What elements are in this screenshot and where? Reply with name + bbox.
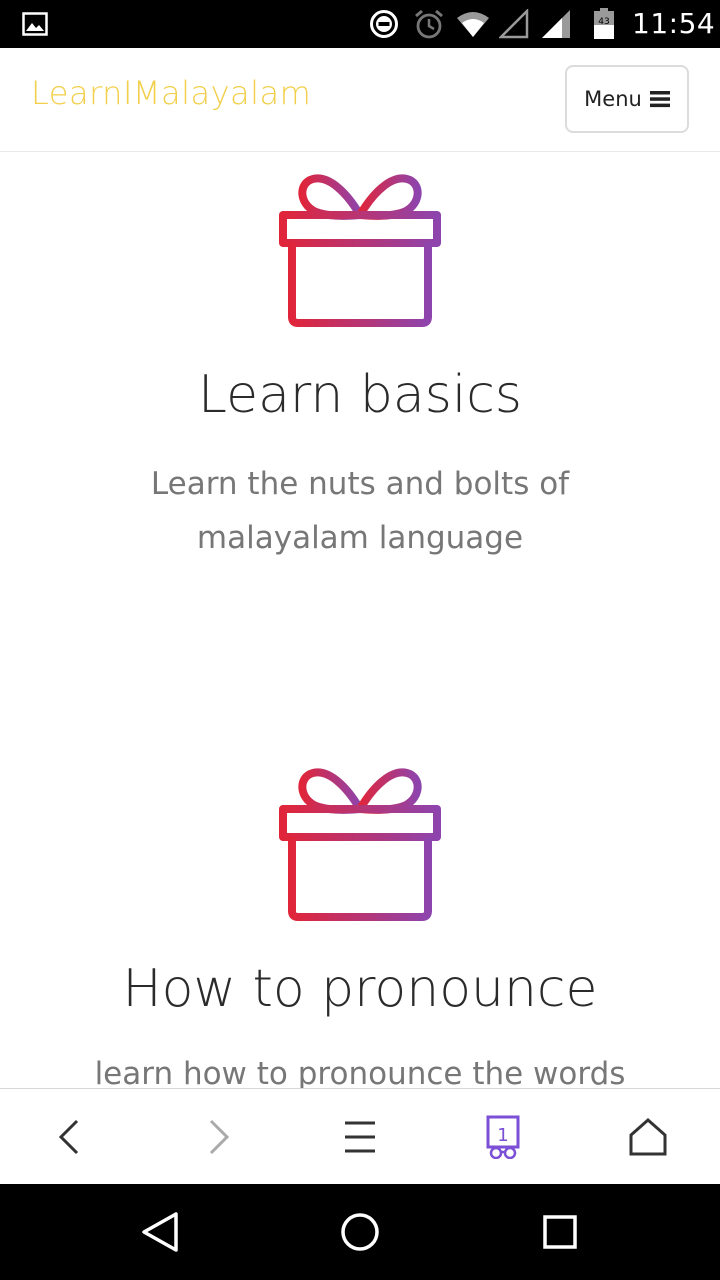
browser-menu-button[interactable] bbox=[310, 1089, 410, 1185]
do-not-disturb-icon bbox=[369, 0, 399, 48]
feature-description: Learn the nuts and bolts of malayalam la… bbox=[150, 466, 570, 556]
status-clock: 11:54 bbox=[632, 7, 716, 40]
status-bar: 43 11:54 bbox=[0, 0, 720, 48]
system-nav-bar bbox=[0, 1184, 720, 1280]
nav-back-icon bbox=[142, 1212, 178, 1252]
main-content: Learn basics Learn the nuts and bolts of… bbox=[0, 153, 720, 1088]
nav-home-icon bbox=[341, 1213, 379, 1251]
feature-title: Learn basics bbox=[198, 365, 522, 425]
signal-empty-icon bbox=[499, 0, 529, 48]
browser-back-button[interactable] bbox=[20, 1089, 120, 1185]
site-header: LearnIMalayalam Menu bbox=[0, 48, 720, 152]
tab-count: 1 bbox=[497, 1125, 508, 1146]
tabs-icon: 1 bbox=[486, 1115, 520, 1159]
nav-back-button[interactable] bbox=[100, 1184, 220, 1280]
forward-icon bbox=[209, 1119, 230, 1155]
menu-button[interactable]: Menu bbox=[565, 65, 689, 133]
battery-icon: 43 bbox=[593, 0, 615, 48]
browser-forward-button[interactable] bbox=[168, 1089, 268, 1185]
alarm-icon bbox=[413, 0, 445, 48]
bars-icon bbox=[649, 90, 670, 108]
wifi-icon bbox=[456, 0, 490, 48]
browser-toolbar: 1 bbox=[0, 1088, 720, 1184]
browser-home-button[interactable] bbox=[598, 1089, 698, 1185]
menu-label: Menu bbox=[584, 87, 642, 111]
nav-home-button[interactable] bbox=[300, 1184, 420, 1280]
gift-icon bbox=[279, 174, 441, 327]
feature-description: learn how to pronounce the words bbox=[94, 1056, 626, 1088]
nav-recents-icon bbox=[543, 1215, 577, 1249]
nav-recents-button[interactable] bbox=[500, 1184, 620, 1280]
feature-title: How to pronounce bbox=[122, 959, 598, 1019]
menu-icon bbox=[345, 1121, 375, 1153]
back-icon bbox=[58, 1119, 79, 1155]
browser-tabs-button[interactable]: 1 bbox=[454, 1089, 554, 1185]
battery-level: 43 bbox=[598, 17, 609, 27]
gallery-icon bbox=[22, 0, 48, 48]
brand-logo[interactable]: LearnIMalayalam bbox=[31, 74, 311, 112]
home-icon bbox=[629, 1117, 667, 1156]
gift-icon bbox=[279, 768, 441, 921]
signal-icon bbox=[540, 0, 572, 48]
